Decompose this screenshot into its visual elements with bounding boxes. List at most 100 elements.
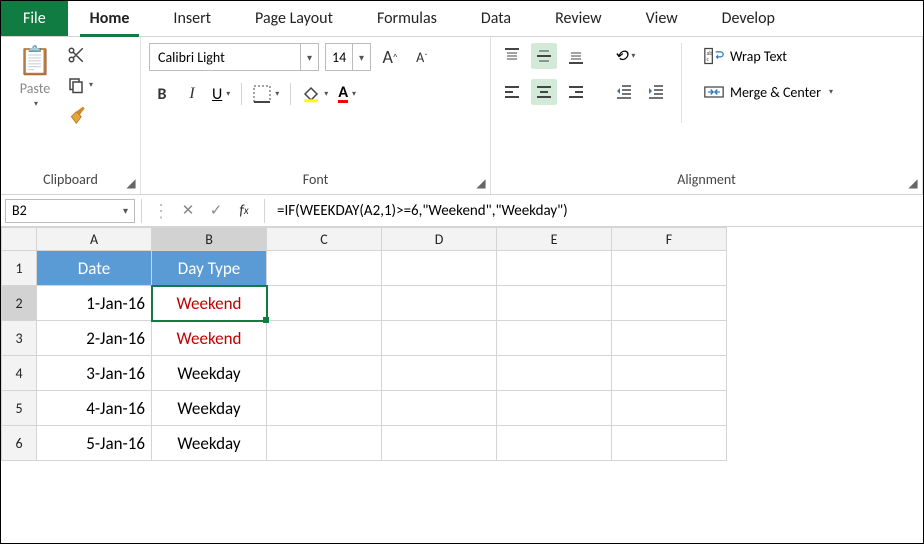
tab-file[interactable]: File [1, 1, 68, 36]
align-left-button[interactable] [499, 79, 525, 105]
cell-E5[interactable] [497, 391, 612, 426]
cell-E3[interactable] [497, 321, 612, 356]
cell-F3[interactable] [612, 321, 727, 356]
column-header-C[interactable]: C [267, 227, 382, 251]
merge-icon [704, 83, 724, 101]
tab-page-layout[interactable]: Page Layout [233, 1, 355, 36]
insert-function-button[interactable]: fx [230, 199, 258, 223]
column-header-F[interactable]: F [612, 227, 727, 251]
cell-F4[interactable] [612, 356, 727, 391]
cell-E4[interactable] [497, 356, 612, 391]
font-dialog-launcher[interactable]: ◢ [474, 176, 488, 190]
name-box-value: B2 [12, 202, 27, 219]
align-top-button[interactable] [499, 43, 525, 69]
cell-E1[interactable] [497, 251, 612, 286]
bold-button[interactable]: B [149, 81, 175, 107]
paste-button[interactable]: 📋 Paste ▾ [9, 43, 61, 109]
row-header-1[interactable]: 1 [1, 251, 37, 286]
cell-A4[interactable]: 3-Jan-16 [37, 356, 152, 391]
cell-F1[interactable] [612, 251, 727, 286]
formula-input[interactable]: =IF(WEEKDAY(A2,1)>=6,"Weekend","Weekday"… [271, 202, 923, 220]
cell-B5[interactable]: Weekday [152, 391, 267, 426]
cell-C3[interactable] [267, 321, 382, 356]
chevron-down-icon[interactable]: ▾ [300, 44, 318, 70]
tab-formulas[interactable]: Formulas [355, 1, 459, 36]
cut-button[interactable] [67, 43, 93, 67]
row-header-6[interactable]: 6 [1, 426, 37, 461]
tab-data[interactable]: Data [459, 1, 533, 36]
tab-insert[interactable]: Insert [151, 1, 233, 36]
increase-indent-button[interactable] [643, 79, 669, 105]
cell-D6[interactable] [382, 426, 497, 461]
row-header-2[interactable]: 2 [1, 286, 37, 321]
cell-A3[interactable]: 2-Jan-16 [37, 321, 152, 356]
decrease-indent-button[interactable] [611, 79, 637, 105]
cell-C4[interactable] [267, 356, 382, 391]
align-right-button[interactable] [563, 79, 589, 105]
cell-D3[interactable] [382, 321, 497, 356]
cell-A6[interactable]: 5-Jan-16 [37, 426, 152, 461]
font-name-select[interactable]: Calibri Light ▾ [149, 43, 319, 71]
orientation-button[interactable]: ⟲▾ [611, 43, 638, 69]
increase-font-button[interactable]: A^ [377, 44, 403, 70]
group-label-font: Font [149, 167, 482, 194]
cell-F5[interactable] [612, 391, 727, 426]
column-header-A[interactable]: A [37, 227, 152, 251]
row-header-3[interactable]: 3 [1, 321, 37, 356]
cell-D2[interactable] [382, 286, 497, 321]
column-header-B[interactable]: B [152, 227, 267, 251]
select-all-corner[interactable] [1, 227, 37, 251]
fill-color-button[interactable]: ▾ [299, 81, 331, 107]
cell-B3[interactable]: Weekend [152, 321, 267, 356]
cell-A2[interactable]: 1-Jan-16 [37, 286, 152, 321]
copy-button[interactable]: ▾ [67, 73, 93, 97]
name-box[interactable]: B2 ▾ [5, 199, 135, 223]
tab-developer[interactable]: Develop [700, 1, 797, 36]
align-left-icon [503, 83, 521, 101]
cell-F6[interactable] [612, 426, 727, 461]
bucket-icon [302, 85, 320, 103]
cell-D4[interactable] [382, 356, 497, 391]
cell-B1[interactable]: Day Type [152, 251, 267, 286]
cell-C1[interactable] [267, 251, 382, 286]
clipboard-dialog-launcher[interactable]: ◢ [124, 176, 138, 190]
wrap-text-button[interactable]: abc Wrap Text [700, 43, 837, 69]
tab-view[interactable]: View [624, 1, 700, 36]
align-center-button[interactable] [531, 79, 557, 105]
column-header-D[interactable]: D [382, 227, 497, 251]
alignment-dialog-launcher[interactable]: ◢ [906, 176, 920, 190]
row-header-5[interactable]: 5 [1, 391, 37, 426]
tab-review[interactable]: Review [533, 1, 624, 36]
chevron-down-icon[interactable]: ▾ [352, 44, 370, 70]
cancel-formula-button[interactable]: ✕ [174, 199, 202, 223]
cell-D5[interactable] [382, 391, 497, 426]
row-header-4[interactable]: 4 [1, 356, 37, 391]
tab-home[interactable]: Home [68, 1, 152, 36]
cell-C6[interactable] [267, 426, 382, 461]
align-middle-button[interactable] [531, 43, 557, 69]
cell-B6[interactable]: Weekday [152, 426, 267, 461]
cell-B4[interactable]: Weekday [152, 356, 267, 391]
cell-A1[interactable]: Date [37, 251, 152, 286]
align-bottom-button[interactable] [563, 43, 589, 69]
cell-D1[interactable] [382, 251, 497, 286]
borders-button[interactable]: ▾ [250, 81, 282, 107]
cell-E6[interactable] [497, 426, 612, 461]
format-painter-button[interactable] [67, 103, 93, 127]
cell-C5[interactable] [267, 391, 382, 426]
chevron-down-icon[interactable]: ▾ [123, 204, 128, 217]
enter-formula-button[interactable]: ✓ [202, 199, 230, 223]
cell-E2[interactable] [497, 286, 612, 321]
italic-button[interactable]: I [179, 81, 205, 107]
cell-B2[interactable]: Weekend [152, 286, 267, 321]
cell-A5[interactable]: 4-Jan-16 [37, 391, 152, 426]
decrease-font-button[interactable]: Aˇ [409, 44, 435, 70]
column-header-E[interactable]: E [497, 227, 612, 251]
cell-C2[interactable] [267, 286, 382, 321]
cell-F2[interactable] [612, 286, 727, 321]
font-color-button[interactable]: A ▾ [335, 81, 359, 107]
font-size-select[interactable]: 14 ▾ [325, 43, 371, 71]
merge-center-button[interactable]: Merge & Center ▾ [700, 79, 837, 105]
chevron-down-icon: ▾ [352, 89, 356, 99]
underline-button[interactable]: U▾ [209, 81, 233, 107]
